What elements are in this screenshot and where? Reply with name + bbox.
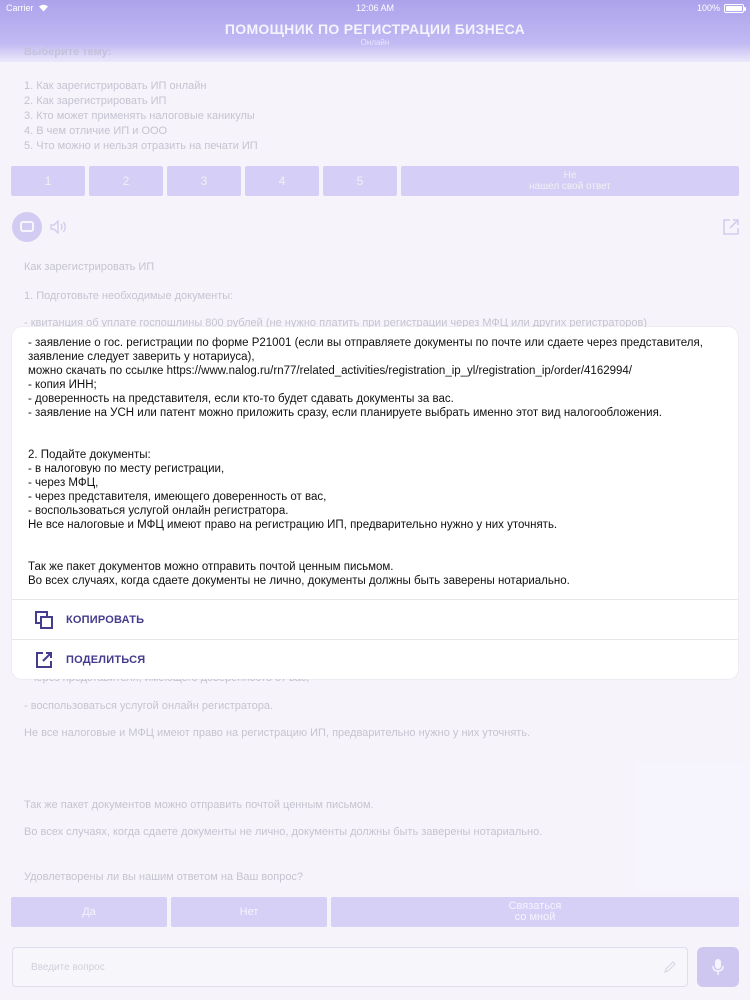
selected-message-text: - заявление о гос. регистрации по форме … [28,337,703,587]
status-bar: Carrier 12:06 AM 100% [0,0,750,16]
share-icon [36,651,52,668]
share-action[interactable]: ПОДЕЛИТЬСЯ [12,640,738,679]
copy-action[interactable]: КОПИРОВАТЬ [12,600,738,639]
message-action-sheet: - заявление о гос. регистрации по форме … [12,327,738,679]
copy-icon [35,610,53,629]
copy-label: КОПИРОВАТЬ [66,613,145,626]
share-label: ПОДЕЛИТЬСЯ [66,653,146,666]
status-time: 12:06 AM [355,3,395,13]
battery-icon [724,3,746,13]
